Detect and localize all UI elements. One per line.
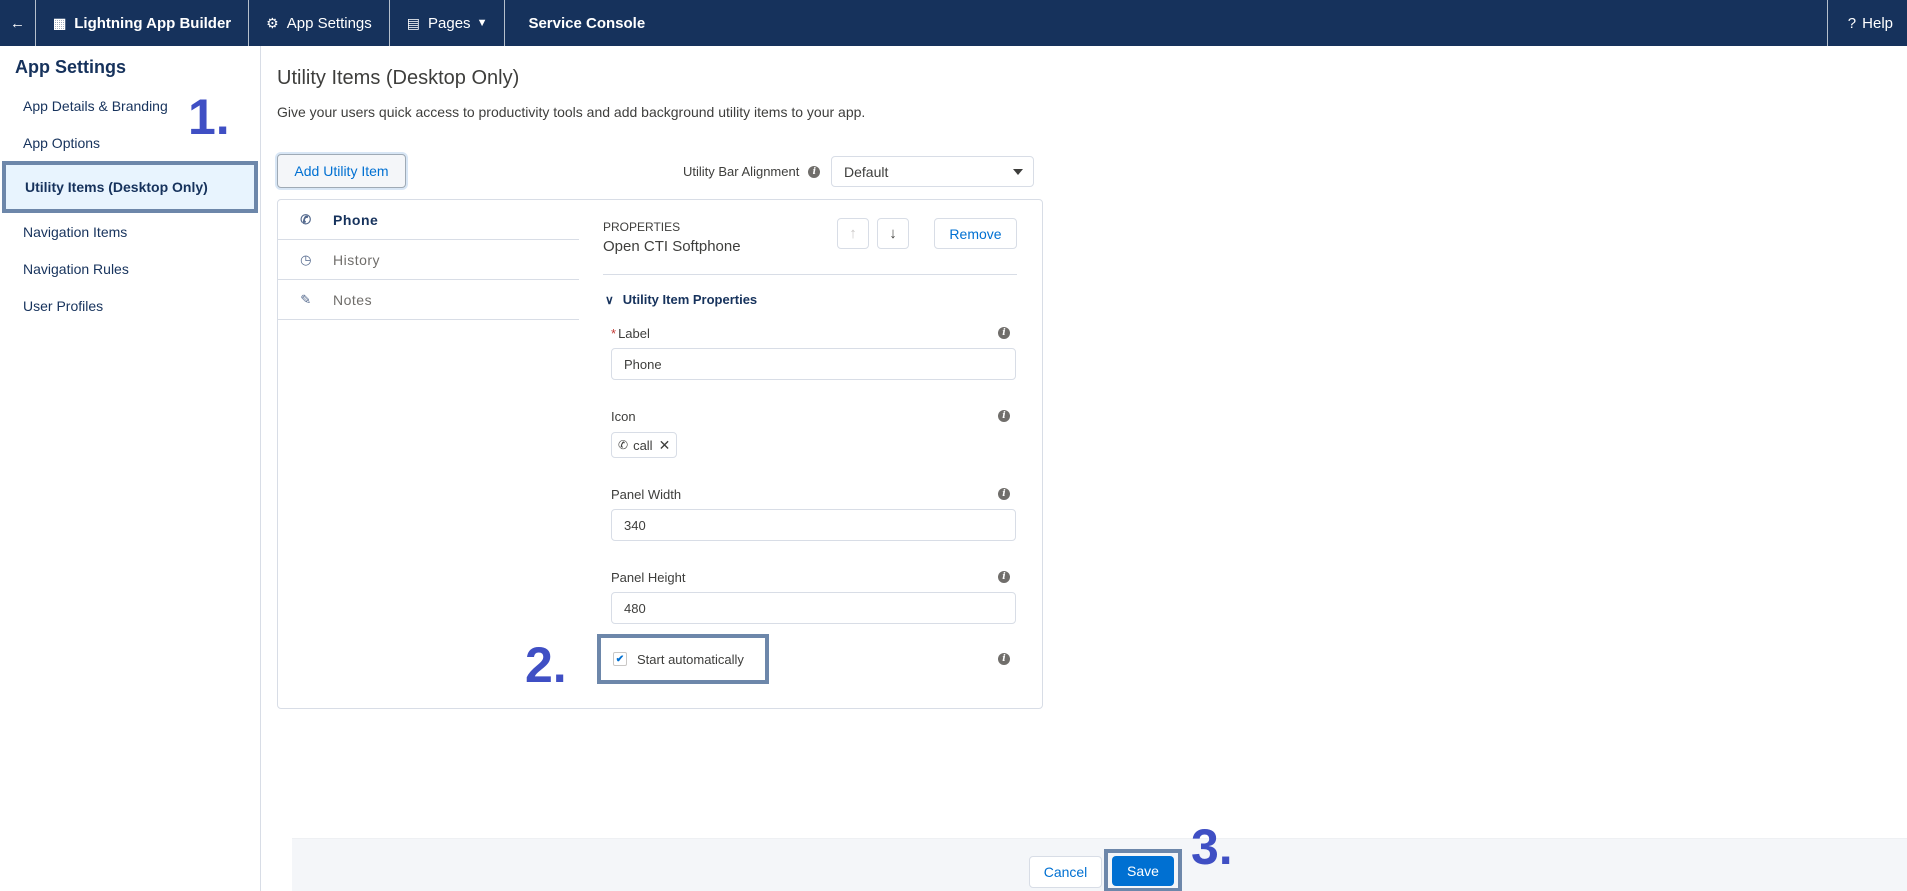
component-name: Open CTI Softphone [603,238,741,255]
info-icon[interactable]: i [998,410,1010,422]
step-annotation-1: 1. [188,89,230,145]
console-name: Service Console [528,14,646,32]
chevron-down-icon: ∨ [605,292,614,307]
phone-icon: ✆ [300,211,312,227]
page-title: Utility Items (Desktop Only) [277,67,520,89]
save-button[interactable]: Save [1112,855,1174,886]
info-icon[interactable]: i [998,327,1010,339]
move-up-button[interactable]: ↑ [837,218,869,249]
panel-width-label: Panel Width [611,487,682,502]
info-icon[interactable]: i [808,165,821,178]
sidebar-item-navigation-items[interactable]: Navigation Items [0,213,260,250]
notes-icon: ✎ [300,291,312,307]
label-field-label: * Label [611,326,650,341]
page-description: Give your users quick access to producti… [277,104,866,120]
panel-height-input[interactable]: 480 [611,592,1016,624]
chevron-down-icon: ▼ [476,17,488,29]
section-toggle[interactable]: ∨ Utility Item Properties [605,292,757,307]
back-button[interactable]: ← [0,0,36,46]
layout-icon: ▦ [53,14,67,31]
utility-item-list: ✆ Phone ◷ History ✎ Notes [278,200,579,320]
step-annotation-3: 3. [1191,819,1233,875]
panel-width-input[interactable]: 340 [611,509,1016,541]
close-icon[interactable]: ✕ [659,437,671,454]
gear-icon: ⚙ [266,14,279,31]
phone-icon: ✆ [618,438,629,452]
utility-items-panel: ✆ Phone ◷ History ✎ Notes PROPERTIES Open C… [277,199,1043,709]
arrow-up-icon: ↑ [849,225,857,242]
label-input[interactable]: Phone [611,348,1016,380]
arrow-down-icon: ↓ [889,225,897,242]
remove-button[interactable]: Remove [934,218,1017,249]
step-annotation-2: 2. [525,637,567,693]
utility-item-notes[interactable]: ✎ Notes [278,280,579,320]
info-icon[interactable]: i [998,571,1010,583]
start-automatically-option[interactable]: ✔ Start automatically [597,634,769,684]
icon-pill[interactable]: ✆ call ✕ [611,432,678,458]
add-utility-item-button[interactable]: Add Utility Item [277,154,406,188]
sidebar-title: App Settings [15,57,126,77]
divider [603,274,1017,275]
pages-dropdown[interactable]: ▤ Pages ▼ [390,0,506,46]
cancel-button[interactable]: Cancel [1029,856,1102,888]
sidebar-item-utility-items[interactable]: Utility Items (Desktop Only) [2,161,258,213]
info-icon[interactable]: i [998,653,1010,665]
main-content: Utility Items (Desktop Only) Give your u… [262,46,1907,891]
properties-kicker: PROPERTIES [603,220,681,234]
icon-field-label: Icon [611,409,636,424]
clock-icon: ◷ [300,251,312,267]
info-icon[interactable]: i [998,488,1010,500]
alignment-select[interactable]: Default [831,156,1034,187]
utility-item-phone[interactable]: ✆ Phone [278,200,579,240]
footer-bar: Cancel Save [292,838,1907,891]
save-highlight: Save [1104,849,1182,891]
sidebar-item-user-profiles[interactable]: User Profiles [0,287,260,324]
start-automatically-checkbox[interactable]: ✔ [613,652,627,666]
arrow-left-icon: ← [10,14,25,32]
panel-height-label: Panel Height [611,570,686,585]
top-navigation-bar: ← ▦ Lightning App Builder ⚙ App Settings ▤… [0,0,1907,46]
app-settings-tab[interactable]: ⚙ App Settings [249,0,390,46]
help-button[interactable]: ? Help [1826,0,1907,46]
settings-sidebar: App Settings App Details & Branding App … [0,46,261,891]
sidebar-item-navigation-rules[interactable]: Navigation Rules [0,250,260,287]
question-icon: ? [1847,14,1857,32]
utility-item-history[interactable]: ◷ History [278,240,579,280]
move-down-button[interactable]: ↓ [877,218,909,249]
alignment-label: Utility Bar Alignment i [683,164,821,179]
caret-down-icon [1013,169,1023,175]
properties-pane: PROPERTIES Open CTI Softphone ↑ ↓ Remove… [597,200,1026,710]
page-icon: ▤ [406,14,421,31]
app-builder-title[interactable]: ▦ Lightning App Builder [36,0,250,46]
